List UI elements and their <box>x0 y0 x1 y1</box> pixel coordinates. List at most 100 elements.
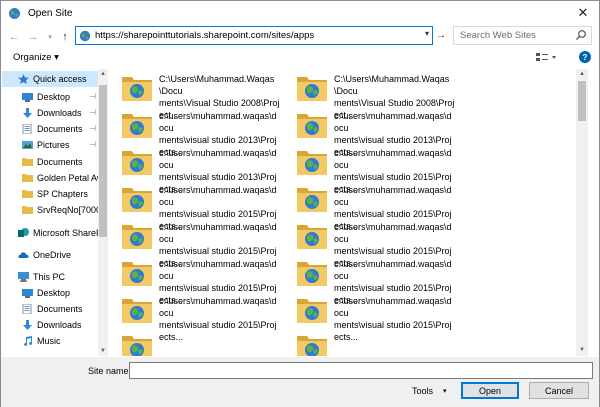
sidebar-item[interactable]: Desktop ⊣ <box>2 89 98 105</box>
address-row: ← → ▾ ↑ https://sharepointtutorials.shar… <box>1 26 599 49</box>
sidebar-item[interactable]: SP Chapters <box>2 186 98 202</box>
scroll-thumb[interactable] <box>578 81 586 121</box>
sharepoint-icon <box>18 228 29 238</box>
sidebar-item-label: Pictures <box>37 140 70 150</box>
sidebar-item[interactable]: Desktop <box>2 285 98 301</box>
pin-icon: ⊣ <box>89 92 96 101</box>
scroll-down-icon[interactable]: ▼ <box>98 346 108 356</box>
sidebar-item[interactable]: Golden Petal Aw <box>2 170 98 186</box>
files-scrollbar[interactable]: ▲ ▼ <box>576 69 588 356</box>
navigation-pane: Quick access Desktop ⊣ Downloads ⊣ Documents ⊣… <box>2 69 108 356</box>
pin-icon: ⊣ <box>89 140 96 149</box>
folder-icon <box>22 205 33 215</box>
sidebar-item-label: Documents <box>37 124 83 134</box>
documents-icon <box>22 303 33 315</box>
sidebar-item[interactable]: Documents <box>2 154 98 170</box>
web-folder-icon <box>296 222 328 250</box>
sidebar-item-label: Golden Petal Aw <box>37 173 98 183</box>
title-bar: Open Site ✕ <box>1 1 599 26</box>
download-icon <box>22 320 33 330</box>
list-item[interactable]: C:\Users\Muhammad.Waqas\Docu ments\Visual… <box>113 71 283 120</box>
web-folder-icon <box>296 333 328 356</box>
web-folder-icon <box>121 222 153 250</box>
web-folder-icon <box>121 111 153 139</box>
onedrive-icon <box>18 250 29 260</box>
list-item[interactable]: c:\users\muhammad.waqas\docu ments\visual… <box>113 219 283 268</box>
list-item[interactable]: c:\users\muhammad.waqas\docu ments\visual… <box>113 256 283 305</box>
cancel-button[interactable]: Cancel <box>529 382 589 399</box>
sidebar-item[interactable]: Documents ⊣ <box>2 121 98 137</box>
sidebar-item[interactable]: SrvReqNo[70004 <box>2 202 98 218</box>
close-button[interactable]: ✕ <box>573 4 593 22</box>
sidebar-item[interactable]: Microsoft SharePo <box>2 225 98 241</box>
list-item[interactable]: c:\users\muhammad.waqas\docu ments\visual… <box>113 145 283 194</box>
view-options-icon[interactable] <box>534 51 558 64</box>
back-button[interactable]: ← <box>7 29 21 44</box>
sidebar-item-label: Desktop <box>37 288 71 298</box>
sidebar-item[interactable]: Quick access <box>2 71 98 87</box>
list-item[interactable]: c:\users\muhammad.waqas\docu ments\visual… <box>288 145 458 194</box>
sidebar-item[interactable]: Pictures ⊣ <box>2 137 98 153</box>
recent-locations-button[interactable]: ▾ <box>43 29 57 44</box>
sidebar-item[interactable]: This PC <box>2 269 98 285</box>
web-folder-icon <box>296 185 328 213</box>
list-item[interactable] <box>288 330 458 356</box>
list-item[interactable]: c:\users\muhammad.waqas\docu ments\visual… <box>288 219 458 268</box>
open-site-dialog: Open Site ✕ ← → ▾ ↑ https://sharepointtu… <box>0 0 600 407</box>
go-button[interactable]: → <box>434 26 448 45</box>
web-folder-icon <box>121 185 153 213</box>
folder-icon <box>22 173 33 183</box>
pictures-icon <box>22 140 33 150</box>
globe-icon <box>9 8 20 19</box>
address-field[interactable]: https://sharepointtutorials.sharepoint.c… <box>75 26 433 45</box>
list-item[interactable]: c:\users\muhammad.waqas\docu ments\visual… <box>288 182 458 231</box>
list-item[interactable]: c:\users\muhammad.waqas\docu ments\visual… <box>288 293 458 342</box>
scroll-thumb[interactable] <box>99 85 107 237</box>
desktop-icon <box>22 288 33 298</box>
sidebar-item[interactable]: Downloads <box>2 317 98 333</box>
web-folder-icon <box>296 148 328 176</box>
bottom-bar: Site name: Tools ▾ Open Cancel <box>1 357 599 407</box>
pc-icon <box>18 272 29 282</box>
sidebar-item-label: SP Chapters <box>37 189 88 199</box>
scroll-down-icon[interactable]: ▼ <box>576 345 588 356</box>
sidebar-item-label: Documents <box>37 304 83 314</box>
forward-button[interactable]: → <box>26 29 40 44</box>
tools-button[interactable]: Tools <box>412 386 433 396</box>
open-button[interactable]: Open <box>461 382 519 399</box>
pin-icon: ⊣ <box>89 124 96 133</box>
chevron-down-icon[interactable]: ▾ <box>443 387 447 395</box>
list-item[interactable]: c:\users\muhammad.waqas\docu ments\visual… <box>113 108 283 157</box>
help-button[interactable]: ? <box>579 51 591 63</box>
pin-icon: ⊣ <box>89 108 96 117</box>
sidebar-item[interactable]: Documents <box>2 301 98 317</box>
chevron-down-icon[interactable]: ▾ <box>425 29 429 38</box>
site-name-input[interactable] <box>129 362 593 379</box>
command-bar: Organize ▾ ? <box>1 48 599 68</box>
sidebar-item-label: Quick access <box>33 74 87 84</box>
web-folder-icon <box>121 259 153 287</box>
scroll-up-icon[interactable]: ▲ <box>576 69 588 80</box>
desktop-icon <box>22 92 33 102</box>
list-item[interactable] <box>113 330 283 356</box>
globe-icon <box>79 30 91 42</box>
sidebar-item-label: This PC <box>33 272 66 282</box>
sidebar-item[interactable]: Music <box>2 333 98 349</box>
search-placeholder: Search Web Sites <box>460 30 536 41</box>
list-item[interactable]: C:\Users\Muhammad.Waqas\Docu ments\Visual… <box>288 71 458 120</box>
search-input[interactable]: Search Web Sites <box>453 26 592 45</box>
web-folder-icon <box>121 74 153 102</box>
scroll-up-icon[interactable]: ▲ <box>98 69 108 79</box>
sidebar-item[interactable]: OneDrive <box>2 247 98 263</box>
web-folder-icon <box>121 333 153 356</box>
search-icon <box>576 30 586 40</box>
web-folder-icon <box>121 296 153 324</box>
nav-scrollbar[interactable]: ▲ ▼ <box>98 69 108 356</box>
up-button[interactable]: ↑ <box>58 29 72 44</box>
sidebar-item[interactable]: Downloads ⊣ <box>2 105 98 121</box>
list-item[interactable]: c:\users\muhammad.waqas\docu ments\visual… <box>113 182 283 231</box>
list-item[interactable]: c:\users\muhammad.waqas\docu ments\visual… <box>113 293 283 342</box>
organize-button[interactable]: Organize ▾ <box>13 52 59 63</box>
list-item[interactable]: c:\users\muhammad.waqas\docu ments\visual… <box>288 256 458 305</box>
list-item[interactable]: c:\users\muhammad.waqas\docu ments\visual… <box>288 108 458 157</box>
